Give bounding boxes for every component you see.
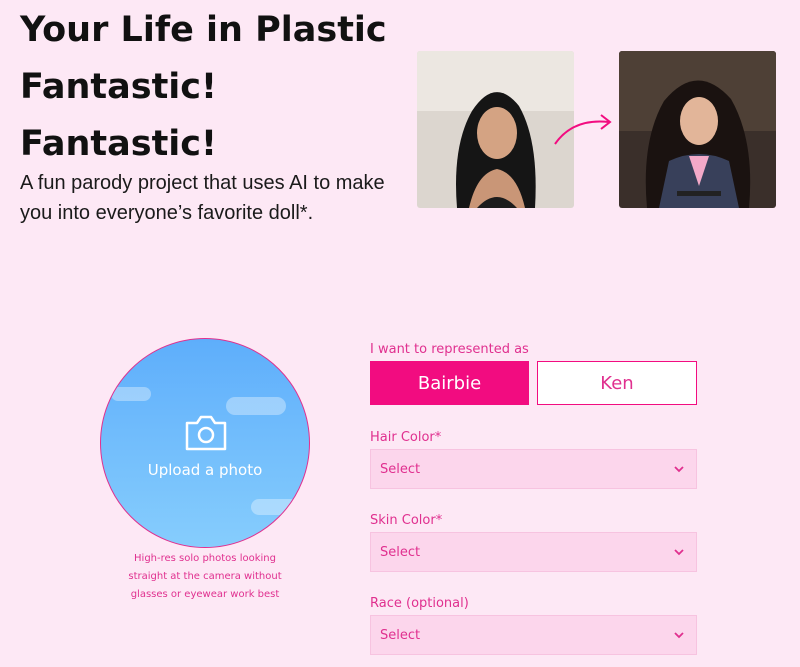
chevron-down-icon (674, 549, 684, 556)
race-select[interactable]: Select (370, 615, 697, 655)
title-line-1: Your Life in Plastic (20, 10, 387, 50)
upload-photo-button[interactable]: Upload a photo (100, 338, 310, 548)
page-title: Your Life in Plastic Fantastic! Fantasti… (20, 2, 410, 173)
camera-icon (185, 415, 227, 451)
skin-color-select[interactable]: Select (370, 532, 697, 572)
race-label: Race (optional) (370, 596, 469, 611)
chevron-down-icon (674, 466, 684, 473)
after-photo (619, 51, 776, 208)
upload-label: Upload a photo (147, 461, 263, 479)
hair-color-label: Hair Color* (370, 430, 442, 445)
upload-hint: High-res solo photos looking straight at… (128, 553, 282, 600)
ken-option-button[interactable]: Ken (537, 361, 697, 405)
bairbie-option-button[interactable]: Bairbie (370, 361, 529, 405)
before-photo (417, 51, 574, 208)
hair-color-value: Select (380, 461, 421, 477)
represent-label: I want to represented as (370, 342, 529, 357)
hair-color-select[interactable]: Select (370, 449, 697, 489)
skin-color-label: Skin Color* (370, 513, 443, 528)
skin-color-value: Select (380, 544, 421, 560)
chevron-down-icon (674, 632, 684, 639)
title-line-2: Fantastic! (20, 67, 218, 107)
arrow-icon (554, 114, 612, 145)
race-value: Select (380, 627, 421, 643)
title-line-3: Fantastic! (20, 124, 218, 164)
page-subtitle: A fun parody project that uses AI to mak… (20, 172, 385, 224)
